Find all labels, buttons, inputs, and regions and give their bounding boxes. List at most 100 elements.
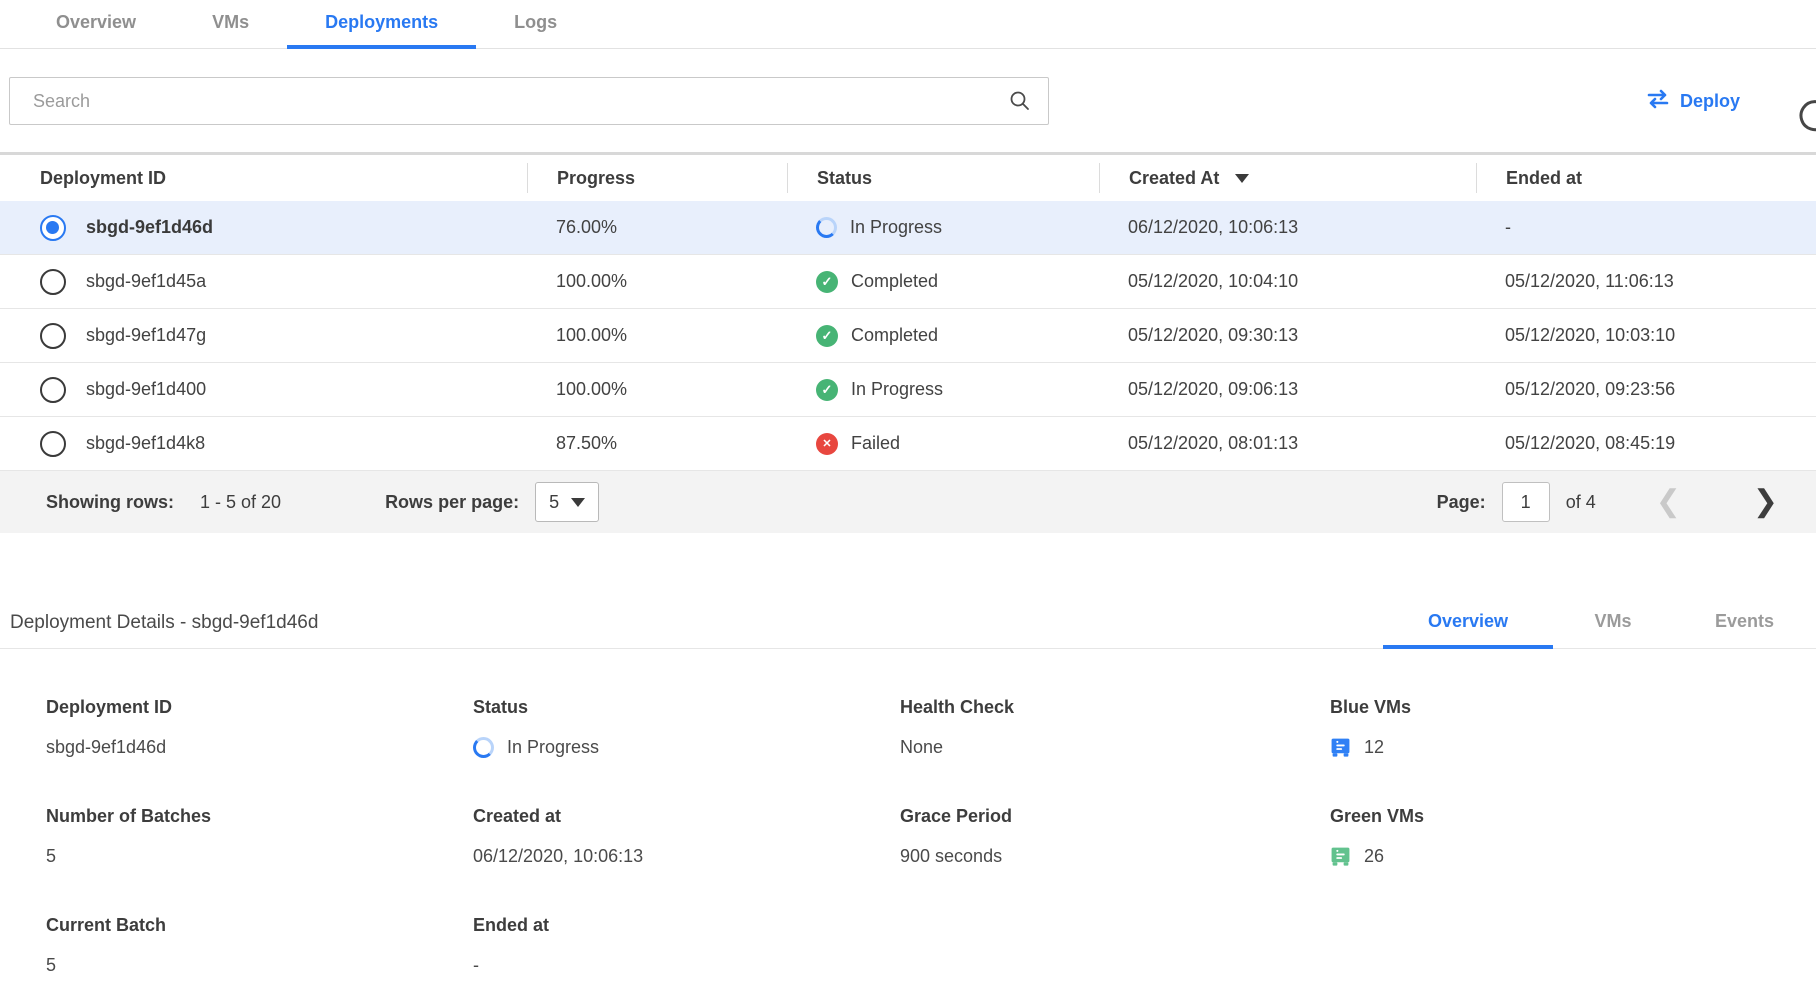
status-text: Completed xyxy=(851,325,938,346)
status-check-icon xyxy=(816,325,838,347)
detail-health-check: Health Check None xyxy=(900,697,1330,760)
chevron-down-icon xyxy=(571,498,585,507)
detail-blue-vms: Blue VMs 12 xyxy=(1330,697,1816,760)
detail-grace-period: Grace Period 900 seconds xyxy=(900,806,1330,869)
row-radio[interactable] xyxy=(40,323,66,349)
vm-server-icon xyxy=(1330,846,1351,867)
progress-value: 100.00% xyxy=(527,325,787,346)
detail-label: Green VMs xyxy=(1330,806,1816,827)
col-progress-label: Progress xyxy=(557,168,635,189)
status-check-icon xyxy=(816,271,838,293)
created-at-value: 06/12/2020, 10:06:13 xyxy=(1099,217,1476,238)
status-spinner-icon xyxy=(473,737,494,758)
showing-rows-label: Showing rows: xyxy=(46,492,174,513)
deployment-id: sbgd-9ef1d47g xyxy=(86,325,206,346)
deployments-table: Deployment ID Progress Status Created At… xyxy=(0,152,1816,533)
tab-vms[interactable]: VMs xyxy=(174,0,287,49)
progress-value: 76.00% xyxy=(527,217,787,238)
deploy-button-label: Deploy xyxy=(1680,91,1740,112)
detail-value: - xyxy=(473,952,900,978)
details-tab-vms[interactable]: VMs xyxy=(1553,597,1673,649)
status-text: Completed xyxy=(851,271,938,292)
row-radio[interactable] xyxy=(40,269,66,295)
deployment-id: sbgd-9ef1d4k8 xyxy=(86,433,205,454)
detail-value: 26 xyxy=(1364,846,1384,867)
row-radio[interactable] xyxy=(40,431,66,457)
detail-label: Number of Batches xyxy=(46,806,473,827)
chevron-left-icon[interactable]: ❮ xyxy=(1648,487,1689,517)
deployments-page: Overview VMs Deployments Logs Deploy xyxy=(0,0,1816,992)
created-at-value: 05/12/2020, 09:30:13 xyxy=(1099,325,1476,346)
detail-label: Status xyxy=(473,697,900,718)
chevron-right-icon[interactable]: ❯ xyxy=(1745,487,1786,517)
col-deployment-id-label: Deployment ID xyxy=(40,168,166,189)
page-total: of 4 xyxy=(1566,492,1596,513)
table-row[interactable]: sbgd-9ef1d46d 76.00% In Progress 06/12/2… xyxy=(0,201,1816,255)
refresh-icon[interactable] xyxy=(1797,98,1816,134)
ended-at-value: 05/12/2020, 11:06:13 xyxy=(1476,271,1816,292)
table-row[interactable]: sbgd-9ef1d4k8 87.50% Failed 05/12/2020, … xyxy=(0,417,1816,471)
detail-value: 5 xyxy=(46,843,473,869)
col-ended-at-label: Ended at xyxy=(1506,168,1582,189)
detail-label: Created at xyxy=(473,806,900,827)
details-tab-overview[interactable]: Overview xyxy=(1383,597,1553,649)
detail-number-of-batches: Number of Batches 5 xyxy=(46,806,473,869)
page-input[interactable] xyxy=(1502,482,1550,522)
col-created-at[interactable]: Created At xyxy=(1099,163,1476,193)
status-check-icon xyxy=(816,379,838,401)
col-deployment-id: Deployment ID xyxy=(0,163,527,193)
sort-desc-icon xyxy=(1235,174,1249,183)
status-text: In Progress xyxy=(850,217,942,238)
details-grid: Deployment ID sbgd-9ef1d46d Status In Pr… xyxy=(0,649,1816,978)
search-box xyxy=(9,77,1049,125)
detail-deployment-id: Deployment ID sbgd-9ef1d46d xyxy=(46,697,473,760)
created-at-value: 05/12/2020, 10:04:10 xyxy=(1099,271,1476,292)
main-tabbar: Overview VMs Deployments Logs xyxy=(0,0,1816,49)
table-row[interactable]: sbgd-9ef1d45a 100.00% Completed 05/12/20… xyxy=(0,255,1816,309)
detail-ended-at: Ended at - xyxy=(473,915,900,978)
progress-value: 100.00% xyxy=(527,379,787,400)
detail-value: None xyxy=(900,734,1330,760)
table-header: Deployment ID Progress Status Created At… xyxy=(0,155,1816,201)
detail-value: 5 xyxy=(46,952,473,978)
detail-label: Grace Period xyxy=(900,806,1330,827)
toolbar: Deploy xyxy=(0,77,1816,125)
detail-value: 12 xyxy=(1364,737,1384,758)
created-at-value: 05/12/2020, 08:01:13 xyxy=(1099,433,1476,454)
row-radio[interactable] xyxy=(40,377,66,403)
search-icon xyxy=(1009,90,1031,117)
detail-current-batch: Current Batch 5 xyxy=(46,915,473,978)
deployment-id: sbgd-9ef1d400 xyxy=(86,379,206,400)
page-label: Page: xyxy=(1437,492,1486,513)
rows-per-page-select[interactable]: 5 xyxy=(535,482,599,522)
row-radio[interactable] xyxy=(40,215,66,241)
tab-deployments[interactable]: Deployments xyxy=(287,0,476,49)
details-header: Deployment Details - sbgd-9ef1d46d Overv… xyxy=(0,597,1816,649)
deploy-button[interactable]: Deploy xyxy=(1646,89,1740,114)
detail-status: Status In Progress xyxy=(473,697,900,760)
showing-rows-value: 1 - 5 of 20 xyxy=(200,492,281,513)
rows-per-page-label: Rows per page: xyxy=(385,492,519,513)
search-input[interactable] xyxy=(9,77,1049,125)
table-row[interactable]: sbgd-9ef1d47g 100.00% Completed 05/12/20… xyxy=(0,309,1816,363)
rows-per-page-value: 5 xyxy=(549,492,559,513)
detail-label: Health Check xyxy=(900,697,1330,718)
col-status-label: Status xyxy=(817,168,872,189)
tab-logs[interactable]: Logs xyxy=(476,0,595,49)
details-tab-events[interactable]: Events xyxy=(1673,597,1816,649)
col-created-at-label: Created At xyxy=(1129,168,1219,189)
status-text: Failed xyxy=(851,433,900,454)
details-tabbar: Overview VMs Events xyxy=(1383,597,1816,648)
detail-value: sbgd-9ef1d46d xyxy=(46,734,473,760)
detail-value: 900 seconds xyxy=(900,843,1330,869)
ended-at-value: - xyxy=(1476,217,1816,238)
detail-label: Current Batch xyxy=(46,915,473,936)
detail-value: 06/12/2020, 10:06:13 xyxy=(473,843,900,869)
table-row[interactable]: sbgd-9ef1d400 100.00% In Progress 05/12/… xyxy=(0,363,1816,417)
tab-overview[interactable]: Overview xyxy=(18,0,174,49)
ended-at-value: 05/12/2020, 08:45:19 xyxy=(1476,433,1816,454)
progress-value: 100.00% xyxy=(527,271,787,292)
vm-server-icon xyxy=(1330,737,1351,758)
details-title: Deployment Details - sbgd-9ef1d46d xyxy=(0,612,318,634)
swap-arrows-icon xyxy=(1646,89,1670,114)
